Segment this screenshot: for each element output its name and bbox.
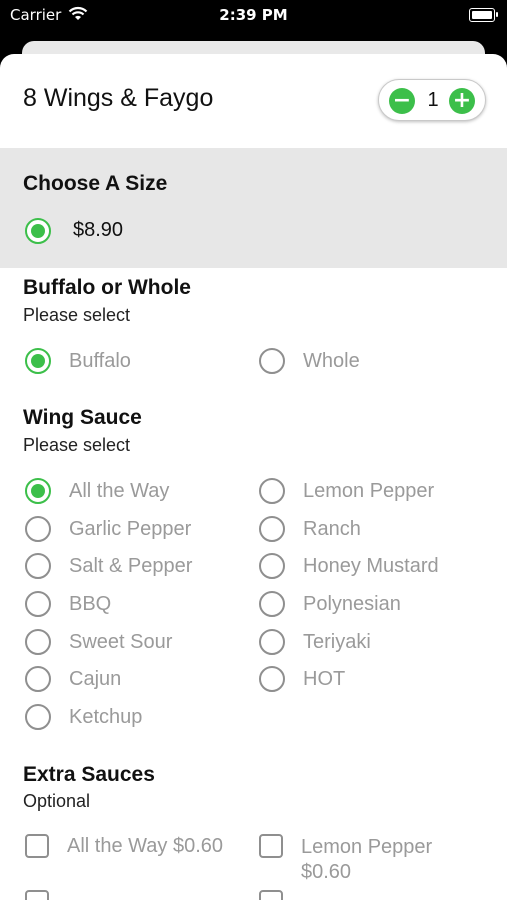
radio-selected-icon[interactable] xyxy=(25,218,51,244)
sauce-option[interactable]: Ranch xyxy=(259,516,489,548)
size-title: Choose A Size xyxy=(23,172,168,195)
option-label: BBQ xyxy=(69,593,112,615)
extra-title: Extra Sauces xyxy=(23,763,155,786)
sauce-option[interactable]: Garlic Pepper xyxy=(25,516,245,548)
buffalo-subtitle: Please select xyxy=(23,305,131,325)
size-section: Choose A Size $8.90 xyxy=(0,148,507,268)
extra-option[interactable]: All the Way $0.60 xyxy=(25,834,250,882)
option-label: Whole xyxy=(303,350,360,372)
item-options-sheet: 8 Wings & Faygo − 1 + Choose A Size $8.9… xyxy=(0,54,507,900)
time-label: 2:39 PM xyxy=(219,6,288,24)
sauce-option[interactable]: Ketchup xyxy=(25,704,245,736)
extra-option[interactable]: Lemon Pepper $0.60 xyxy=(259,834,489,894)
option-label: All the Way xyxy=(69,480,170,502)
sauce-option[interactable]: Teriyaki xyxy=(259,629,489,661)
sauce-title: Wing Sauce xyxy=(23,406,142,429)
option-label: Lemon Pepper $0.60 xyxy=(301,835,481,885)
checkbox-icon[interactable] xyxy=(25,890,49,900)
buffalo-option-whole[interactable]: Whole xyxy=(259,348,479,380)
sauce-option[interactable]: All the Way xyxy=(25,478,245,510)
option-label: Salt & Pepper xyxy=(69,555,193,577)
status-bar: Carrier 2:39 PM xyxy=(0,0,507,32)
radio-icon[interactable] xyxy=(259,348,285,374)
plus-icon[interactable]: + xyxy=(449,88,475,114)
option-label: Sweet Sour xyxy=(69,631,173,653)
extra-option-partial[interactable] xyxy=(25,890,250,900)
minus-icon[interactable]: − xyxy=(389,88,415,114)
sauce-option[interactable]: Cajun xyxy=(25,666,245,698)
item-header: 8 Wings & Faygo − 1 + xyxy=(0,54,507,148)
battery-icon xyxy=(469,8,498,22)
option-price: $0.60 xyxy=(301,861,352,883)
sauce-option[interactable]: Salt & Pepper xyxy=(25,553,245,585)
radio-icon[interactable] xyxy=(259,516,285,542)
radio-selected-icon[interactable] xyxy=(25,478,51,504)
option-label: All the Way $0.60 xyxy=(67,835,223,858)
option-label: HOT xyxy=(303,668,346,690)
extra-subtitle: Optional xyxy=(23,791,91,811)
sauce-option[interactable]: HOT xyxy=(259,666,489,698)
sauce-option[interactable]: Honey Mustard xyxy=(259,553,489,585)
quantity-value: 1 xyxy=(427,89,439,111)
checkbox-icon[interactable] xyxy=(259,834,283,858)
extra-option-partial[interactable] xyxy=(259,890,489,900)
radio-icon[interactable] xyxy=(25,553,51,579)
checkbox-icon[interactable] xyxy=(25,834,49,858)
option-name: All the Way xyxy=(67,835,168,857)
option-label: Cajun xyxy=(69,668,122,690)
radio-icon[interactable] xyxy=(25,591,51,617)
radio-icon[interactable] xyxy=(25,629,51,655)
option-label: Ranch xyxy=(303,518,361,540)
radio-icon[interactable] xyxy=(259,591,285,617)
item-title: 8 Wings & Faygo xyxy=(23,84,214,112)
radio-icon[interactable] xyxy=(259,478,285,504)
sauce-option[interactable]: Sweet Sour xyxy=(25,629,245,661)
size-option-label: $8.90 xyxy=(73,219,124,241)
radio-icon[interactable] xyxy=(259,666,285,692)
option-label: Lemon Pepper xyxy=(303,480,435,502)
checkbox-icon[interactable] xyxy=(259,890,283,900)
size-option[interactable]: $8.90 xyxy=(25,218,225,250)
radio-icon[interactable] xyxy=(25,704,51,730)
sauce-subtitle: Please select xyxy=(23,435,131,455)
option-label: Honey Mustard xyxy=(303,555,439,577)
option-label: Teriyaki xyxy=(303,631,371,653)
option-label: Ketchup xyxy=(69,706,143,728)
buffalo-title: Buffalo or Whole xyxy=(23,276,191,299)
sauce-option[interactable]: Lemon Pepper xyxy=(259,478,489,510)
radio-icon[interactable] xyxy=(259,553,285,579)
option-price: $0.60 xyxy=(172,835,224,857)
radio-selected-icon[interactable] xyxy=(25,348,51,374)
radio-icon[interactable] xyxy=(25,516,51,542)
sauce-option[interactable]: BBQ xyxy=(25,591,245,623)
option-name: Lemon Pepper xyxy=(301,836,433,858)
buffalo-option-buffalo[interactable]: Buffalo xyxy=(25,348,245,380)
radio-icon[interactable] xyxy=(259,629,285,655)
sauce-option[interactable]: Polynesian xyxy=(259,591,489,623)
option-label: Polynesian xyxy=(303,593,401,615)
quantity-stepper: − 1 + xyxy=(378,79,486,121)
option-label: Buffalo xyxy=(69,350,131,372)
radio-icon[interactable] xyxy=(25,666,51,692)
option-label: Garlic Pepper xyxy=(69,518,192,540)
